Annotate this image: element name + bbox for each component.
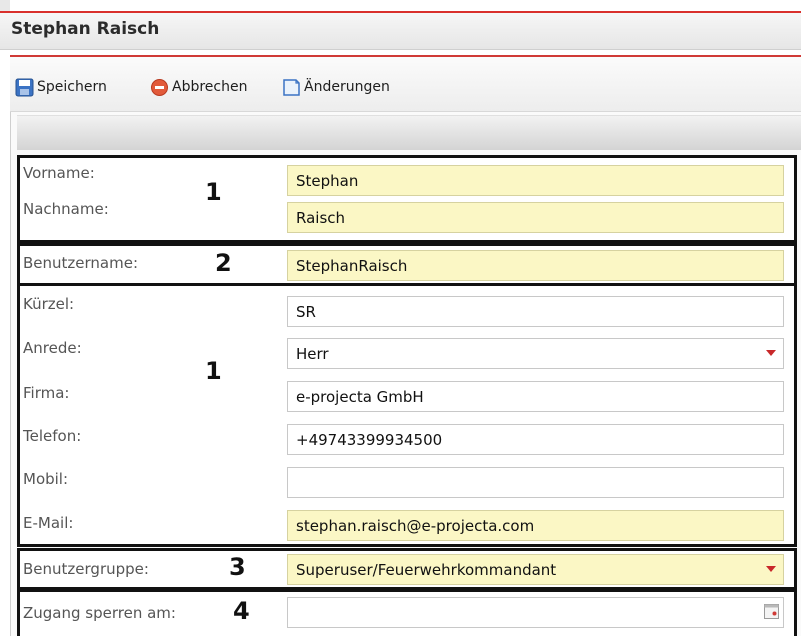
anrede-value: Herr bbox=[296, 344, 329, 363]
benutzergruppe-select[interactable]: Superuser/Feuerwehrkommandant bbox=[287, 554, 784, 585]
zugang-sperren-label: Zugang sperren am: bbox=[23, 604, 176, 622]
email-field[interactable]: stephan.raisch@e-projecta.com bbox=[287, 510, 784, 541]
save-icon bbox=[15, 78, 34, 97]
mobil-field[interactable] bbox=[287, 467, 784, 498]
changes-button[interactable]: Änderungen bbox=[282, 76, 390, 98]
benutzergruppe-label: Benutzergruppe: bbox=[23, 560, 149, 578]
chevron-down-icon[interactable] bbox=[759, 339, 783, 368]
telefon-label: Telefon: bbox=[23, 427, 82, 445]
group-number-4: 4 bbox=[233, 597, 250, 625]
benutzername-label: Benutzername: bbox=[23, 254, 139, 272]
save-button[interactable]: Speichern bbox=[15, 76, 107, 98]
cancel-label: Abbrechen bbox=[172, 79, 248, 95]
vorname-field[interactable]: Stephan bbox=[287, 165, 784, 196]
group-number-1: 1 bbox=[205, 178, 222, 206]
zugang-sperren-date-field[interactable] bbox=[287, 597, 784, 628]
mobil-label: Mobil: bbox=[23, 470, 69, 488]
group-number-1b: 1 bbox=[205, 357, 222, 385]
nachname-field[interactable]: Raisch bbox=[287, 202, 784, 233]
calendar-icon[interactable] bbox=[764, 604, 779, 619]
save-label: Speichern bbox=[37, 79, 107, 95]
benutzergruppe-value: Superuser/Feuerwehrkommandant bbox=[296, 560, 557, 579]
window-title: Stephan Raisch bbox=[11, 19, 160, 39]
benutzername-field[interactable]: StephanRaisch bbox=[287, 250, 784, 281]
chevron-down-icon[interactable] bbox=[759, 555, 783, 584]
vorname-label: Vorname: bbox=[23, 164, 95, 182]
nachname-label: Nachname: bbox=[23, 200, 109, 218]
anrede-select[interactable]: Herr bbox=[287, 338, 784, 369]
email-label: E-Mail: bbox=[23, 514, 74, 532]
title-bar: Stephan Raisch bbox=[0, 13, 801, 50]
firma-field[interactable]: e-projecta GmbH bbox=[287, 381, 784, 412]
cancel-icon bbox=[150, 78, 169, 97]
document-icon bbox=[282, 78, 301, 97]
section-header-bar bbox=[17, 115, 801, 150]
changes-label: Änderungen bbox=[304, 79, 390, 95]
telefon-field[interactable]: +49743399934500 bbox=[287, 424, 784, 455]
firma-label: Firma: bbox=[23, 384, 70, 402]
toolbar: Speichern Abbrechen Änderungen bbox=[10, 55, 801, 112]
group-number-3: 3 bbox=[229, 553, 246, 581]
anrede-label: Anrede: bbox=[23, 339, 82, 357]
group-number-2: 2 bbox=[215, 249, 232, 277]
kuerzel-field[interactable]: SR bbox=[287, 296, 784, 327]
kuerzel-label: Kürzel: bbox=[23, 295, 75, 313]
cancel-button[interactable]: Abbrechen bbox=[150, 76, 247, 98]
